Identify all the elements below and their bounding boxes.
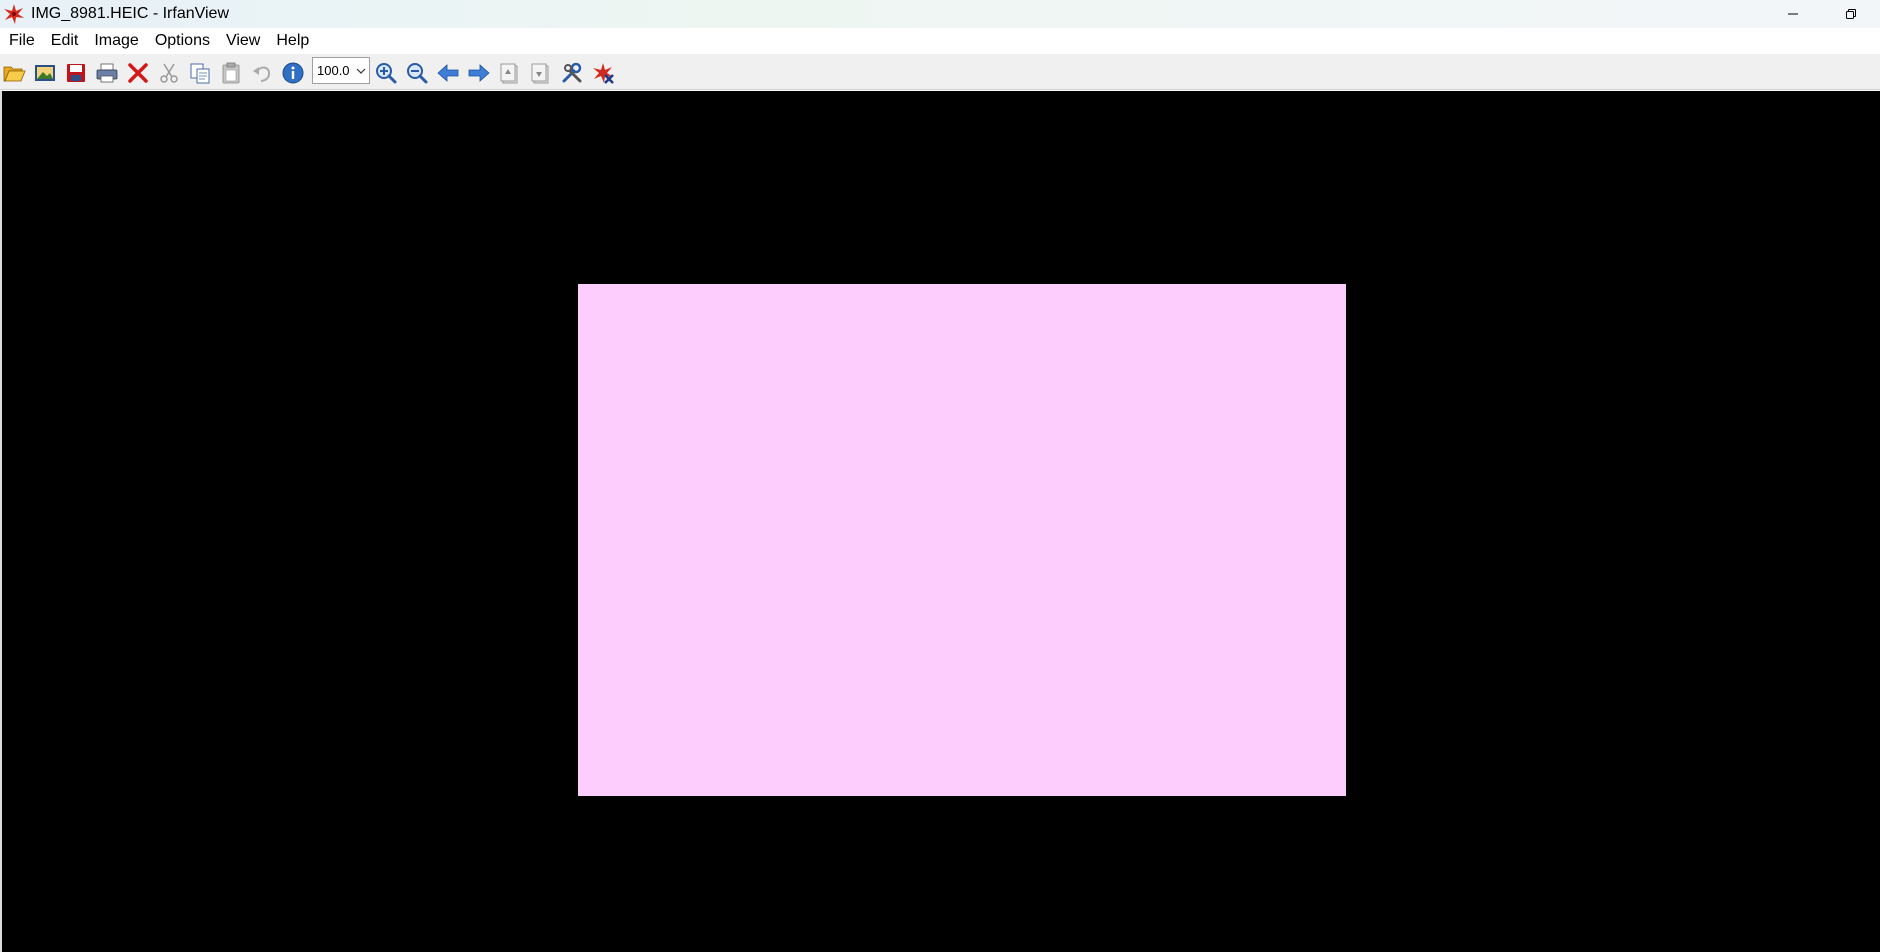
minimize-icon bbox=[1788, 13, 1798, 15]
menu-file[interactable]: File bbox=[1, 28, 43, 54]
delete-button[interactable] bbox=[125, 60, 151, 86]
settings-button[interactable] bbox=[559, 60, 585, 86]
displayed-image bbox=[578, 284, 1346, 796]
paste-button[interactable] bbox=[218, 60, 244, 86]
slideshow-icon bbox=[35, 65, 55, 81]
cut-button[interactable] bbox=[156, 60, 182, 86]
save-button[interactable] bbox=[63, 60, 89, 86]
settings-icon bbox=[562, 62, 582, 83]
menu-view[interactable]: View bbox=[218, 28, 268, 54]
previous-icon bbox=[437, 64, 459, 82]
menu-help[interactable]: Help bbox=[268, 28, 317, 54]
zoom-out-icon bbox=[407, 63, 428, 84]
paste-icon bbox=[222, 62, 240, 84]
restore-button[interactable] bbox=[1822, 0, 1880, 28]
info-icon bbox=[282, 62, 304, 84]
zoom-in-icon bbox=[376, 63, 397, 84]
cut-icon bbox=[160, 63, 178, 83]
next-button[interactable] bbox=[466, 60, 492, 86]
zoom-dropdown-button[interactable] bbox=[353, 58, 369, 83]
exit-icon bbox=[593, 63, 614, 84]
undo-button[interactable] bbox=[249, 60, 275, 86]
title-bar: IMG_8981.HEIC - IrfanView bbox=[0, 0, 1880, 28]
menu-bar: File Edit Image Options View Help bbox=[0, 28, 1880, 54]
restore-icon bbox=[1846, 9, 1856, 19]
zoom-out-button[interactable] bbox=[404, 60, 430, 86]
copy-button[interactable] bbox=[187, 60, 213, 86]
chevron-down-icon bbox=[356, 68, 366, 74]
open-button[interactable] bbox=[1, 60, 27, 86]
first-page-icon bbox=[500, 63, 518, 84]
last-page-button[interactable] bbox=[528, 60, 554, 86]
zoom-value: 100.0 bbox=[317, 63, 350, 78]
zoom-combobox[interactable]: 100.0 bbox=[312, 57, 370, 84]
open-folder-icon bbox=[3, 66, 26, 82]
save-icon bbox=[67, 64, 85, 82]
first-page-button[interactable] bbox=[497, 60, 523, 86]
image-viewer[interactable] bbox=[0, 91, 1880, 952]
menu-options[interactable]: Options bbox=[147, 28, 218, 54]
minimize-button[interactable] bbox=[1764, 0, 1822, 28]
irfanview-logo-icon bbox=[4, 4, 24, 24]
copy-icon bbox=[190, 63, 210, 84]
last-page-icon bbox=[531, 63, 549, 84]
delete-icon bbox=[128, 63, 148, 83]
window-title: IMG_8981.HEIC - IrfanView bbox=[31, 5, 230, 22]
undo-icon bbox=[253, 66, 271, 82]
slideshow-button[interactable] bbox=[32, 60, 58, 86]
previous-button[interactable] bbox=[435, 60, 461, 86]
toolbar bbox=[0, 54, 1880, 90]
menu-image[interactable]: Image bbox=[86, 28, 146, 54]
exit-button[interactable] bbox=[590, 60, 616, 86]
info-button[interactable] bbox=[280, 60, 306, 86]
menu-edit[interactable]: Edit bbox=[43, 28, 87, 54]
print-button[interactable] bbox=[94, 60, 120, 86]
zoom-in-button[interactable] bbox=[373, 60, 399, 86]
print-icon bbox=[96, 63, 118, 83]
next-icon bbox=[468, 64, 490, 82]
